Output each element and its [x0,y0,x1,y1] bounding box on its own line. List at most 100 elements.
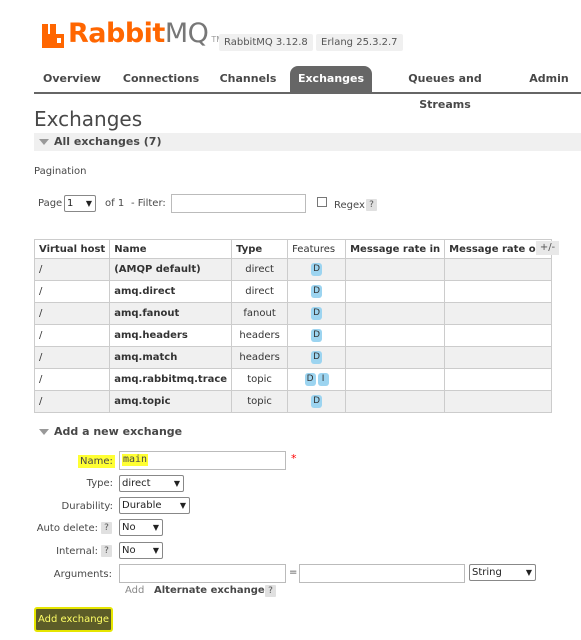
cell-vhost: / [33,324,111,347]
table-header-row: Virtual host Name Type Features Message … [33,239,553,259]
feature-durable-badge: D [311,351,323,364]
feature-durable-badge: D [311,395,323,408]
argument-equals: = [289,567,298,578]
cell-rate-out [444,280,553,303]
exchange-name-link[interactable]: (AMQP default) [109,258,233,281]
page-select[interactable]: 1 ▼ [64,195,96,212]
col-virtual-host[interactable]: Virtual host [33,239,111,259]
cell-rate-out [444,368,553,391]
cell-rate-in [345,280,446,303]
page-select-value: 1 [67,198,74,209]
auto-delete-select[interactable]: No ▼ [119,519,163,536]
tab-connections[interactable]: Connections [122,66,200,92]
cell-type: direct [231,258,289,281]
cell-vhost: / [33,258,111,281]
required-marker: * [291,452,297,465]
cell-type: direct [231,280,289,303]
collapse-triangle-icon [39,139,49,145]
regex-label: Regex [334,200,365,211]
exchange-name-link[interactable]: amq.direct [109,280,233,303]
cell-rate-in [345,258,446,281]
table-row[interactable]: / amq.topic topic D [33,390,553,413]
cell-features: D [287,258,347,281]
col-features[interactable]: Features [287,239,347,259]
cell-rate-in [345,390,446,413]
argument-value-input[interactable] [299,564,465,583]
durability-select-value: Durable [122,500,162,511]
durability-select[interactable]: Durable ▼ [119,497,190,514]
cell-rate-in [345,302,446,325]
regex-help-icon[interactable]: ? [366,199,377,211]
add-exchange-toggle[interactable]: Add a new exchange [34,423,581,441]
filter-input[interactable] [171,194,306,213]
tab-channels[interactable]: Channels [216,66,280,92]
auto-delete-help-icon[interactable]: ? [101,522,112,534]
feature-durable-badge: D [304,373,316,386]
cell-rate-in [345,368,446,391]
argument-key-input[interactable] [119,564,286,583]
cell-rate-out [444,324,553,347]
all-exchanges-toggle[interactable]: All exchanges (7) [34,133,581,151]
internal-select[interactable]: No ▼ [119,542,163,559]
type-select[interactable]: direct ▼ [119,475,184,492]
cell-rate-in [345,346,446,369]
exchange-name-link[interactable]: amq.topic [109,390,233,413]
auto-delete-select-value: No [122,522,136,533]
cell-rate-out [444,258,553,281]
tab-overview[interactable]: Overview [38,66,106,92]
cell-features: D [287,390,347,413]
page-of-label: of 1 [105,198,125,209]
durability-field-label: Durability: [61,501,113,512]
cell-features: D [287,324,347,347]
add-exchange-button[interactable]: Add exchange [34,607,113,632]
alternate-exchange-help-icon[interactable]: ? [265,585,276,597]
feature-durable-badge: D [311,285,323,298]
internal-field-label: Internal: [56,546,98,557]
cell-rate-in [345,324,446,347]
chevron-down-icon: ▼ [152,546,159,555]
cell-vhost: / [33,280,111,303]
col-name[interactable]: Name [109,239,233,259]
tab-admin[interactable]: Admin [524,66,574,92]
argument-type-select[interactable]: String ▼ [469,564,536,581]
chevron-down-icon: ▼ [152,523,159,532]
main-nav: Overview Connections Channels Exchanges … [34,66,581,111]
page-label: Page [38,198,63,209]
tab-exchanges[interactable]: Exchanges [290,66,372,92]
add-argument-link[interactable]: Add [125,585,144,596]
chevron-down-icon: ▼ [179,501,186,510]
table-row[interactable]: / amq.headers headers D [33,324,553,347]
cell-rate-out [444,302,553,325]
feature-durable-badge: D [311,263,323,276]
column-toggle-button[interactable]: +/- [536,241,559,255]
collapse-triangle-icon [39,429,49,435]
chevron-down-icon: ▼ [85,199,92,208]
chevron-down-icon: ▼ [525,568,532,577]
logo-mq-text: MQ [164,18,209,49]
exchange-name-link[interactable]: amq.headers [109,324,233,347]
rabbitmq-logo: Rabbit MQ TM [42,20,223,48]
cell-features: DI [287,368,347,391]
table-row[interactable]: / (AMQP default) direct D [33,258,553,281]
table-row[interactable]: / amq.direct direct D [33,280,553,303]
cell-features: D [287,346,347,369]
table-row[interactable]: / amq.match headers D [33,346,553,369]
cell-rate-out [444,390,553,413]
cell-type: headers [231,324,289,347]
nav-divider [34,92,581,94]
rabbitmq-version-badge: RabbitMQ 3.12.8 [219,34,313,51]
table-row[interactable]: / amq.fanout fanout D [33,302,553,325]
tab-queues-and-streams[interactable]: Queues and Streams [384,66,506,111]
exchange-name-link[interactable]: amq.rabbitmq.trace [109,368,233,391]
internal-help-icon[interactable]: ? [101,545,112,557]
cell-vhost: / [33,390,111,413]
col-type[interactable]: Type [231,239,289,259]
add-exchange-header: Add a new exchange [54,425,183,438]
alternate-exchange-link[interactable]: Alternate exchange [154,585,265,596]
col-message-rate-in[interactable]: Message rate in [345,239,446,259]
regex-checkbox[interactable] [317,197,327,207]
table-row[interactable]: / amq.rabbitmq.trace topic DI [33,368,553,391]
exchange-name-link[interactable]: amq.match [109,346,233,369]
feature-internal-badge: I [317,373,329,386]
exchange-name-link[interactable]: amq.fanout [109,302,233,325]
